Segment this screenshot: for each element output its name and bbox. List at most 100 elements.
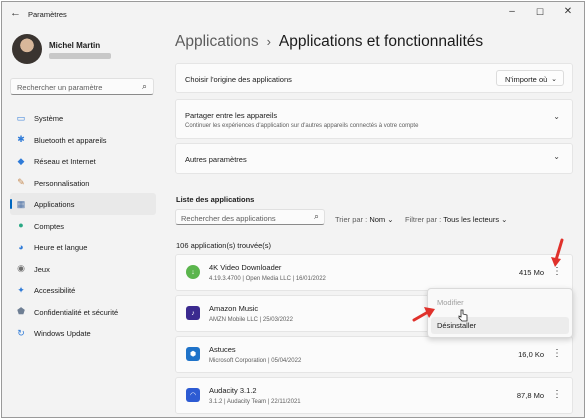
sidebar: Michel Martin Rechercher un paramètre ⌕ … xyxy=(2,26,164,417)
user-name: Michel Martin xyxy=(49,41,101,50)
menu-item-uninstall-label: Désinstaller xyxy=(437,321,477,330)
more-settings-title: Autres paramètres xyxy=(185,155,247,164)
app-name: 4K Video Downloader xyxy=(209,263,282,272)
sidebar-item-5[interactable]: ▦ Applications xyxy=(10,193,156,215)
sidebar-item-4[interactable]: ✎ Personnalisation xyxy=(10,172,156,194)
chevron-down-icon: ⌄ xyxy=(553,152,560,161)
shield-icon: ⬟ xyxy=(17,306,25,316)
brush-icon: ✎ xyxy=(17,177,25,187)
close-icon[interactable]: ✕ xyxy=(558,6,578,17)
sidebar-item-1[interactable]: ▭ Système xyxy=(10,107,156,129)
user-email-redacted xyxy=(49,53,111,59)
back-arrow-icon[interactable]: ← xyxy=(10,7,21,19)
app-meta: Microsoft Corporation | 05/04/2022 xyxy=(209,358,302,364)
settings-window: ← Paramètres – ☐ ✕ Michel Martin Recherc… xyxy=(1,1,585,418)
sidebar-item-label: Personnalisation xyxy=(34,178,90,188)
minimize-icon[interactable]: – xyxy=(502,6,522,17)
page-title: Applications et fonctionnalités xyxy=(278,33,484,50)
settings-search-placeholder: Rechercher un paramètre xyxy=(17,83,103,92)
sidebar-nav: ▭ Système ✱ Bluetooth et appareils ◆ Réseau e… xyxy=(10,107,156,344)
app-list-item: ◠ Audacity 3.1.2 3.1.2 | Audacity Team | 2… xyxy=(175,377,573,414)
app-search-input[interactable]: Rechercher des applications ⌕ xyxy=(175,209,325,225)
sidebar-item-2[interactable]: ✱ Bluetooth et appareils xyxy=(10,129,156,151)
app-meta: 3.1.2 | Audacity Team | 22/11/2021 xyxy=(209,399,301,405)
app-size: 87,8 Mo xyxy=(516,391,544,400)
breadcrumb: Applications › Applications et fonctionnal… xyxy=(175,33,483,51)
app-meta: 4.19.3.4700 | Open Media LLC | 16/01/202… xyxy=(209,276,326,282)
sidebar-item-label: Applications xyxy=(34,200,75,209)
filter-value: Tous les lecteurs xyxy=(443,215,500,224)
tips-icon: ⬢ xyxy=(186,347,200,361)
app-list-item: ⬢ Astuces Microsoft Corporation | 05/04/20… xyxy=(175,336,573,373)
chevron-down-icon: ⌄ xyxy=(553,112,560,121)
sidebar-item-9[interactable]: ✦ Accessibilité xyxy=(10,279,156,301)
filter-control[interactable]: Filtrer par : Tous les lecteurs ⌄ xyxy=(405,215,507,224)
app-size: 16,0 Ko xyxy=(518,350,544,359)
app-list-item: ↓ 4K Video Downloader 4.19.3.4700 | Open M… xyxy=(175,254,573,291)
sidebar-item-label: Accessibilité xyxy=(34,286,76,295)
sidebar-item-label: Système xyxy=(34,114,64,123)
monitor-icon: ▭ xyxy=(16,112,26,123)
origin-dropdown-value: N'importe où xyxy=(505,75,548,84)
origin-setting-title: Choisir l'origine des applications xyxy=(185,75,292,84)
sidebar-item-6[interactable]: ● Comptes xyxy=(10,215,156,237)
app-count: 106 application(s) trouvée(s) xyxy=(176,241,272,250)
sidebar-item-label: Jeux xyxy=(34,264,50,274)
app-name: Astuces xyxy=(209,345,236,354)
more-settings-card[interactable]: Autres paramètres ⌄ xyxy=(175,143,573,174)
chevron-down-icon: ⌄ xyxy=(387,215,394,224)
more-options-icon[interactable]: ⋮ xyxy=(552,389,562,400)
gamepad-icon: ◉ xyxy=(17,263,25,273)
menu-item-uninstall[interactable]: Désinstaller xyxy=(431,317,569,334)
app-meta: AMZN Mobile LLC | 25/03/2022 xyxy=(209,317,293,323)
menu-item-modify-label: Modifier xyxy=(437,298,464,307)
share-setting-subtitle: Continuer les expériences d'application … xyxy=(185,123,419,129)
accessibility-icon: ✦ xyxy=(17,284,25,295)
more-options-icon[interactable]: ⋮ xyxy=(552,348,562,359)
maximize-icon[interactable]: ☐ xyxy=(530,7,550,18)
sidebar-item-label: Bluetooth et appareils xyxy=(34,135,107,145)
share-setting-card[interactable]: Partager entre les appareils Continuer l… xyxy=(175,99,573,139)
sidebar-item-label: Réseau et Internet xyxy=(34,157,96,166)
sidebar-item-3[interactable]: ◆ Réseau et Internet xyxy=(10,150,156,172)
amazon-music-icon: ♪ xyxy=(186,306,200,320)
app-context-menu: Modifier Désinstaller xyxy=(427,288,573,338)
sort-control[interactable]: Trier par : Nom ⌄ xyxy=(335,215,394,224)
chevron-down-icon: ⌄ xyxy=(501,215,508,224)
sidebar-item-label: Windows Update xyxy=(34,329,91,338)
sidebar-item-10[interactable]: ⬟ Confidentialité et sécurité xyxy=(10,301,156,323)
sort-value: Nom xyxy=(369,215,386,224)
annotation-arrow-uninstall xyxy=(412,307,435,322)
audacity-icon: ◠ xyxy=(186,388,200,402)
chevron-down-icon: ⌄ xyxy=(551,76,557,83)
app-search-placeholder: Rechercher des applications xyxy=(181,214,276,223)
sidebar-item-label: Heure et langue xyxy=(34,243,88,252)
mouse-cursor-icon xyxy=(458,309,468,322)
breadcrumb-parent[interactable]: Applications xyxy=(175,33,259,50)
annotation-arrow-more xyxy=(551,238,564,267)
sidebar-item-label: Confidentialité et sécurité xyxy=(34,307,119,317)
app-size: 415 Mo xyxy=(518,268,544,277)
sort-label: Trier par : xyxy=(335,215,368,224)
app-name: Audacity 3.1.2 xyxy=(209,386,257,395)
bluetooth-icon: ✱ xyxy=(17,134,25,144)
main-content: Applications › Applications et fonctionnal… xyxy=(164,26,584,417)
sidebar-item-8[interactable]: ◉ Jeux xyxy=(10,258,156,280)
sidebar-item-11[interactable]: ↻ Windows Update xyxy=(10,322,156,344)
app-list-heading: Liste des applications xyxy=(176,195,255,204)
menu-item-modify: Modifier xyxy=(431,294,569,311)
sidebar-item-label: Comptes xyxy=(34,221,65,231)
breadcrumb-separator: › xyxy=(266,34,271,49)
wifi-icon: ◆ xyxy=(17,155,25,166)
apps-icon: ▦ xyxy=(16,198,26,209)
origin-dropdown[interactable]: N'importe où ⌄ xyxy=(496,70,564,86)
4k-downloader-icon: ↓ xyxy=(186,265,200,279)
window-title: Paramètres xyxy=(28,10,67,19)
filter-label: Filtrer par : xyxy=(405,215,442,224)
sidebar-item-7[interactable]: ◕ Heure et langue xyxy=(10,236,156,258)
origin-setting-card: Choisir l'origine des applications N'imp… xyxy=(175,63,573,93)
app-name: Amazon Music xyxy=(209,304,259,313)
settings-search-input[interactable]: Rechercher un paramètre ⌕ xyxy=(10,78,154,95)
avatar[interactable] xyxy=(12,34,42,64)
globe-icon: ◕ xyxy=(18,241,24,252)
